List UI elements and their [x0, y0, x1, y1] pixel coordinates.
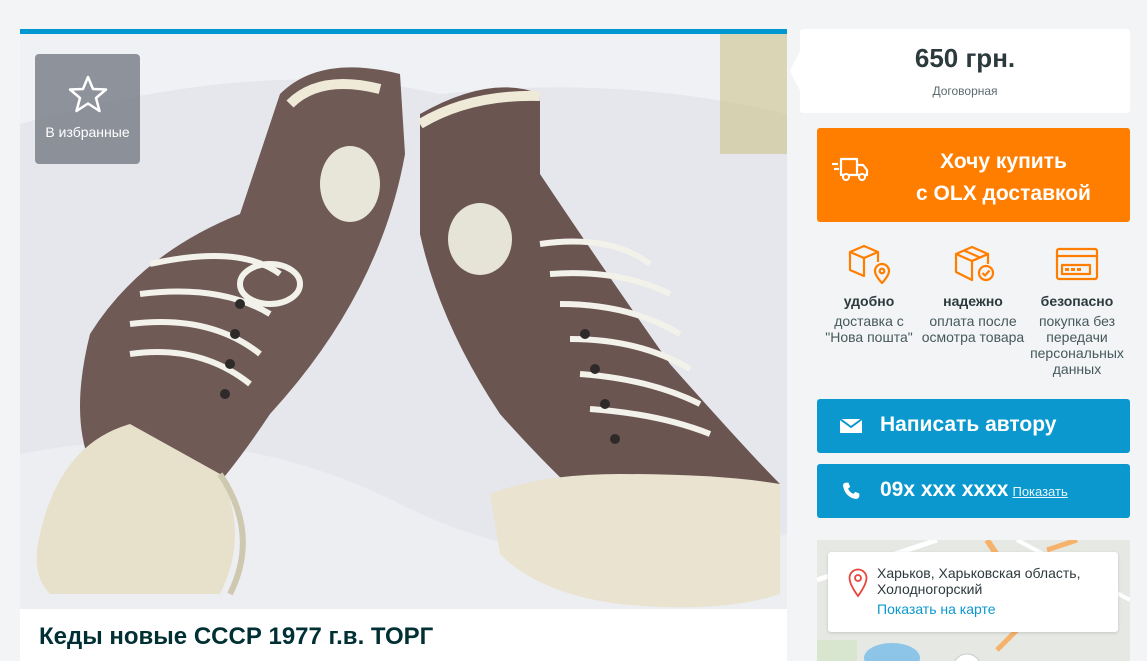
buy-button-label: Хочу купить с OLX доставкой [877, 146, 1130, 210]
message-author-button[interactable]: Написать автору [817, 399, 1130, 453]
location-map[interactable]: Харьков, Харьковская область, Холодногор… [817, 540, 1130, 661]
delivery-truck-icon [832, 157, 869, 181]
feature-convenient-desc: доставка с "Нова пошта" [825, 313, 913, 345]
favorites-label: В избранные [45, 124, 130, 140]
price-amount: 650 грн. [914, 43, 1016, 73]
show-on-map-link[interactable]: Показать на карте [877, 601, 996, 617]
feature-safe: безопасно покупка без передачи персональ… [1025, 240, 1129, 377]
delivery-features: удобно доставка с "Нова пошта" надежно о… [817, 240, 1130, 380]
feature-safe-desc: покупка без передачи персональных данных [1030, 313, 1124, 377]
add-to-favorites-button[interactable]: В избранные [35, 54, 140, 164]
box-location-icon [848, 244, 891, 285]
price-negotiable-label: Договорная [932, 84, 998, 98]
feature-reliable-desc: оплата после осмотра товара [921, 313, 1025, 345]
envelope-icon [839, 418, 863, 433]
feature-reliable-title: надежно [943, 293, 1003, 309]
price-box: 650 грн. Договорная [790, 29, 1130, 113]
phone-icon [843, 482, 860, 499]
phone-number-masked: 09x xxx xxxx Показать [880, 478, 1068, 502]
card-icon [1055, 247, 1099, 281]
show-phone-link[interactable]: Показать [1012, 484, 1067, 499]
feature-reliable: надежно оплата после осмотра товара [921, 240, 1025, 345]
ad-photo-card: В избранные Кеды новые СССР 1977 г.в. ТО… [20, 29, 787, 661]
buy-with-delivery-button[interactable]: Хочу купить с OLX доставкой [817, 128, 1130, 222]
feature-convenient: удобно доставка с "Нова пошта" [817, 240, 921, 345]
location-address: Харьков, Харьковская область, Холодногор… [877, 565, 1081, 597]
location-pin-icon [848, 568, 868, 598]
location-card: Харьков, Харьковская область, Холодногор… [828, 552, 1118, 632]
phone-number-text: 09x xxx xxxx [880, 478, 1009, 501]
buy-button-line2: с OLX доставкой [916, 182, 1091, 205]
star-icon [68, 75, 107, 113]
feature-safe-title: безопасно [1040, 293, 1114, 309]
phone-button[interactable]: 09x xxx xxxx Показать [817, 464, 1130, 518]
feature-convenient-title: удобно [843, 293, 895, 309]
ad-photo[interactable]: В избранные [20, 34, 787, 609]
buy-button-line1: Хочу купить [940, 150, 1067, 173]
ad-title: Кеды новые СССР 1977 г.в. ТОРГ [39, 623, 434, 650]
box-check-icon [954, 245, 995, 282]
message-author-label: Написать автору [880, 413, 1057, 436]
